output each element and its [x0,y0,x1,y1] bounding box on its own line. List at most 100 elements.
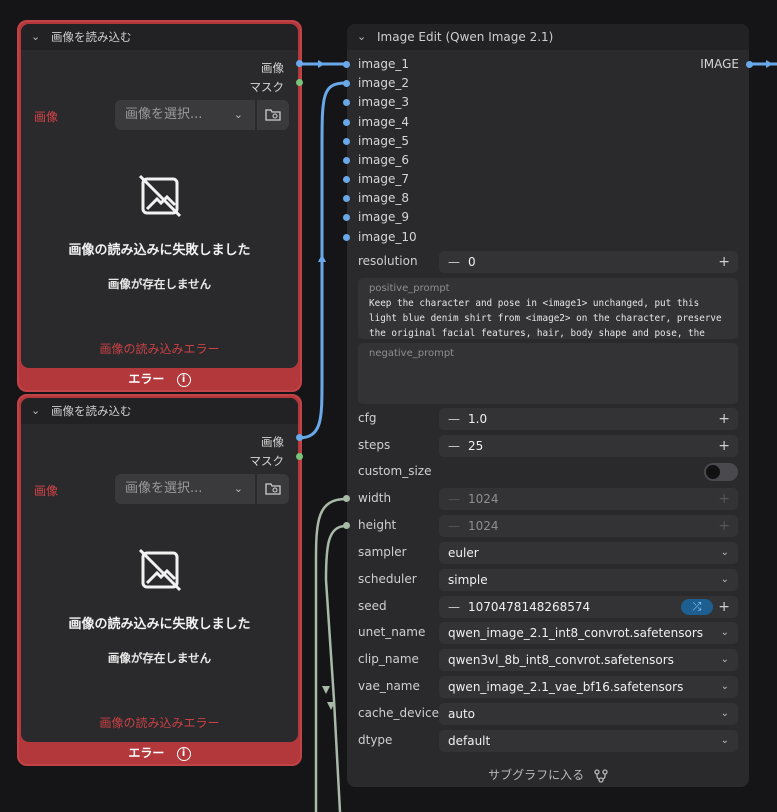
steps-widget[interactable]: steps — 25 + [358,435,738,457]
dtype-select[interactable]: default ⌄ [439,730,738,752]
seed-widget[interactable]: seed — 1070478148268574 ⤮ + [358,596,738,618]
wire-height[interactable] [324,524,347,812]
image-select[interactable]: 画像を選択... ⌄ [115,100,255,130]
vae-name-select[interactable]: qwen_image_2.1_vae_bf16.safetensors ⌄ [439,676,738,698]
input-image-2[interactable]: image_2 [343,76,409,90]
input-socket[interactable] [343,176,350,183]
negative-prompt-field[interactable]: negative_prompt [358,343,738,404]
decrement-button[interactable]: — [448,596,460,618]
custom-size-widget[interactable]: custom_size [358,461,738,483]
image-field-label: 画像 [34,110,59,124]
width-widget[interactable]: width — 1024 + [343,488,738,510]
width-label: width [358,491,392,505]
positive-prompt-field[interactable]: positive_prompt Keep the character and p… [358,278,738,339]
sampler-widget[interactable]: sampler euler ⌄ [358,542,738,564]
image-output-socket[interactable] [296,434,303,441]
chevron-down-icon[interactable]: ⌄ [31,24,40,50]
height-widget[interactable]: height — 1024 + [343,515,738,537]
input-image-3[interactable]: image_3 [343,95,409,109]
cfg-widget[interactable]: cfg — 1.0 + [358,408,738,430]
sampler-select[interactable]: euler ⌄ [439,542,738,564]
input-image-6[interactable]: image_6 [343,153,409,167]
height-input: — 1024 + [439,515,738,537]
enter-subgraph-button[interactable]: サブグラフに入る [347,766,749,783]
cache-device-select[interactable]: auto ⌄ [439,703,738,725]
clip-name-select[interactable]: qwen3vl_8b_int8_convrot.safetensors ⌄ [439,649,738,671]
input-image-9[interactable]: image_9 [343,210,410,224]
input-socket[interactable] [343,522,350,529]
wire-arrow [322,686,330,694]
folder-icon[interactable] [257,474,289,504]
image-edit-node[interactable]: ⌄ Image Edit (Qwen Image 2.1) IMAGE imag… [343,24,753,787]
info-icon[interactable]: i [176,372,191,387]
load-image-node-1[interactable]: ⌄ 画像を読み込む 画像 マスク 画像 画像を選択... ⌄ 画像の読み込みに失… [17,20,303,392]
input-image-5[interactable]: image_5 [343,134,409,148]
error-title: 画像の読み込みに失敗しました [68,243,251,258]
dtype-widget[interactable]: dtype default ⌄ [358,730,738,752]
error-footer-label: エラー [128,746,165,760]
increment-button[interactable]: + [718,408,730,430]
error-footer[interactable]: エラー i [19,742,300,764]
unet-name-widget[interactable]: unet_name qwen_image_2.1_int8_convrot.sa… [358,622,738,644]
info-icon[interactable]: i [176,746,191,761]
input-image-4[interactable]: image_4 [343,115,409,129]
node-title-bar[interactable]: ⌄ 画像を読み込む [21,398,298,424]
increment-button[interactable]: + [718,435,730,457]
increment-button[interactable]: + [718,251,730,273]
image-output-socket[interactable] [296,60,303,67]
error-detail: 画像が存在しません [107,277,212,291]
scheduler-widget[interactable]: scheduler simple ⌄ [358,569,738,591]
unet-name-select[interactable]: qwen_image_2.1_int8_convrot.safetensors … [439,622,738,644]
cache-device-value: auto [448,707,476,721]
shuffle-icon[interactable]: ⤮ [681,599,713,615]
node-title-bar[interactable]: ⌄ 画像を読み込む [21,24,298,50]
clip-name-widget[interactable]: clip_name qwen3vl_8b_int8_convrot.safete… [358,649,738,671]
chevron-down-icon: ⌄ [233,482,243,495]
cfg-label: cfg [358,411,377,425]
seed-input[interactable]: — 1070478148268574 ⤮ + [439,596,738,618]
folder-icon[interactable] [257,100,289,130]
decrement-button[interactable]: — [448,408,460,430]
vae-name-widget[interactable]: vae_name qwen_image_2.1_vae_bf16.safeten… [358,676,738,698]
input-socket[interactable] [343,80,350,87]
resolution-widget[interactable]: resolution — 0 + [358,251,738,273]
input-socket[interactable] [343,138,350,145]
scheduler-select[interactable]: simple ⌄ [439,569,738,591]
cfg-input[interactable]: — 1.0 + [439,408,738,430]
steps-input[interactable]: — 25 + [439,435,738,457]
mask-output-socket[interactable] [296,453,303,460]
input-socket[interactable] [343,119,350,126]
input-socket[interactable] [343,99,350,106]
resolution-input[interactable]: — 0 + [439,251,738,273]
node-title-bar[interactable]: ⌄ Image Edit (Qwen Image 2.1) [347,24,749,50]
mask-output-socket[interactable] [296,79,303,86]
output-image-label: 画像 [261,435,284,449]
input-image-7[interactable]: image_7 [343,172,409,186]
increment-button[interactable]: + [718,596,730,618]
load-image-node-2[interactable]: ⌄ 画像を読み込む 画像 マスク 画像 画像を選択... ⌄ 画像の読み込みに失… [17,394,303,766]
input-image-8[interactable]: image_8 [343,191,409,205]
decrement-button: — [448,492,460,506]
image-select[interactable]: 画像を選択... ⌄ [115,474,255,504]
cache-device-widget[interactable]: cache_device auto ⌄ [358,703,738,725]
decrement-button[interactable]: — [448,251,460,273]
chevron-down-icon[interactable]: ⌄ [357,24,366,50]
input-socket[interactable] [343,195,350,202]
input-socket[interactable] [343,157,350,164]
input-label: image_9 [358,210,410,224]
chevron-down-icon[interactable]: ⌄ [31,398,40,424]
error-footer[interactable]: エラー i [19,368,300,390]
wire-arrow [318,254,326,262]
input-image-10[interactable]: image_10 [343,230,417,244]
input-image-1[interactable]: image_1 [343,57,409,71]
image-output-socket[interactable] [746,61,753,68]
input-socket[interactable] [343,234,350,241]
input-socket[interactable] [343,495,350,502]
custom-size-toggle[interactable] [704,463,738,481]
input-socket[interactable] [343,214,350,221]
node-title: 画像を読み込む [51,30,132,44]
error-title: 画像の読み込みに失敗しました [68,617,251,632]
input-socket[interactable] [343,61,350,68]
decrement-button[interactable]: — [448,435,460,457]
image-field-label: 画像 [34,484,59,498]
